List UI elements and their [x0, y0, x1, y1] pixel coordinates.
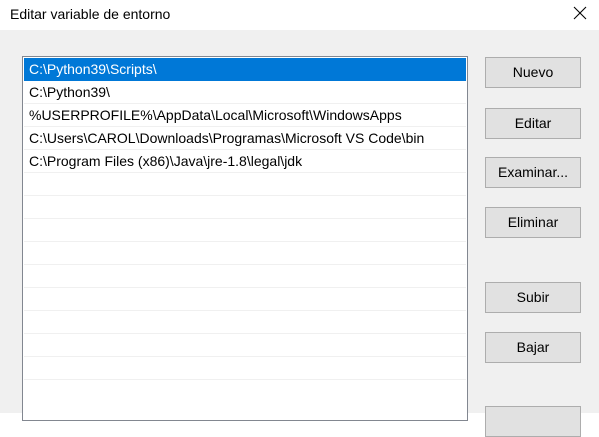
list-item-empty[interactable]: [24, 265, 466, 288]
list-item[interactable]: C:\Python39\Scripts\: [24, 58, 466, 81]
list-item-label: %USERPROFILE%\AppData\Local\Microsoft\Wi…: [29, 107, 402, 123]
list-item[interactable]: C:\Python39\: [24, 81, 466, 104]
list-item[interactable]: C:\Users\CAROL\Downloads\Programas\Micro…: [24, 127, 466, 150]
close-icon: [573, 6, 587, 20]
list-item-label: C:\Python39\Scripts\: [29, 61, 157, 77]
list-item-empty[interactable]: [24, 357, 466, 380]
list-item-empty[interactable]: [24, 311, 466, 334]
edit-button[interactable]: Editar: [485, 108, 581, 139]
list-item-label: C:\Python39\: [29, 84, 110, 100]
browse-button[interactable]: Examinar...: [485, 157, 581, 188]
move-up-button[interactable]: Subir: [485, 282, 581, 313]
dialog-body: C:\Python39\Scripts\ C:\Python39\ %USERP…: [0, 30, 599, 437]
move-down-button[interactable]: Bajar: [485, 332, 581, 363]
window-title: Editar variable de entorno: [10, 6, 171, 22]
list-item[interactable]: %USERPROFILE%\AppData\Local\Microsoft\Wi…: [24, 104, 466, 127]
list-item-label: C:\Users\CAROL\Downloads\Programas\Micro…: [29, 130, 425, 146]
list-item-empty[interactable]: [24, 242, 466, 265]
path-list[interactable]: C:\Python39\Scripts\ C:\Python39\ %USERP…: [22, 56, 468, 421]
edit-text-button[interactable]: [485, 406, 581, 437]
list-item-empty[interactable]: [24, 288, 466, 311]
list-item-empty[interactable]: [24, 196, 466, 219]
new-button[interactable]: Nuevo: [485, 57, 581, 88]
list-item-empty[interactable]: [24, 334, 466, 357]
list-item-label: C:\Program Files (x86)\Java\jre-1.8\lega…: [29, 153, 303, 169]
close-button[interactable]: [563, 0, 599, 28]
list-item-empty[interactable]: [24, 219, 466, 242]
title-bar: Editar variable de entorno: [0, 0, 599, 30]
list-item[interactable]: C:\Program Files (x86)\Java\jre-1.8\lega…: [24, 150, 466, 173]
delete-button[interactable]: Eliminar: [485, 207, 581, 238]
list-item-empty[interactable]: [24, 173, 466, 196]
